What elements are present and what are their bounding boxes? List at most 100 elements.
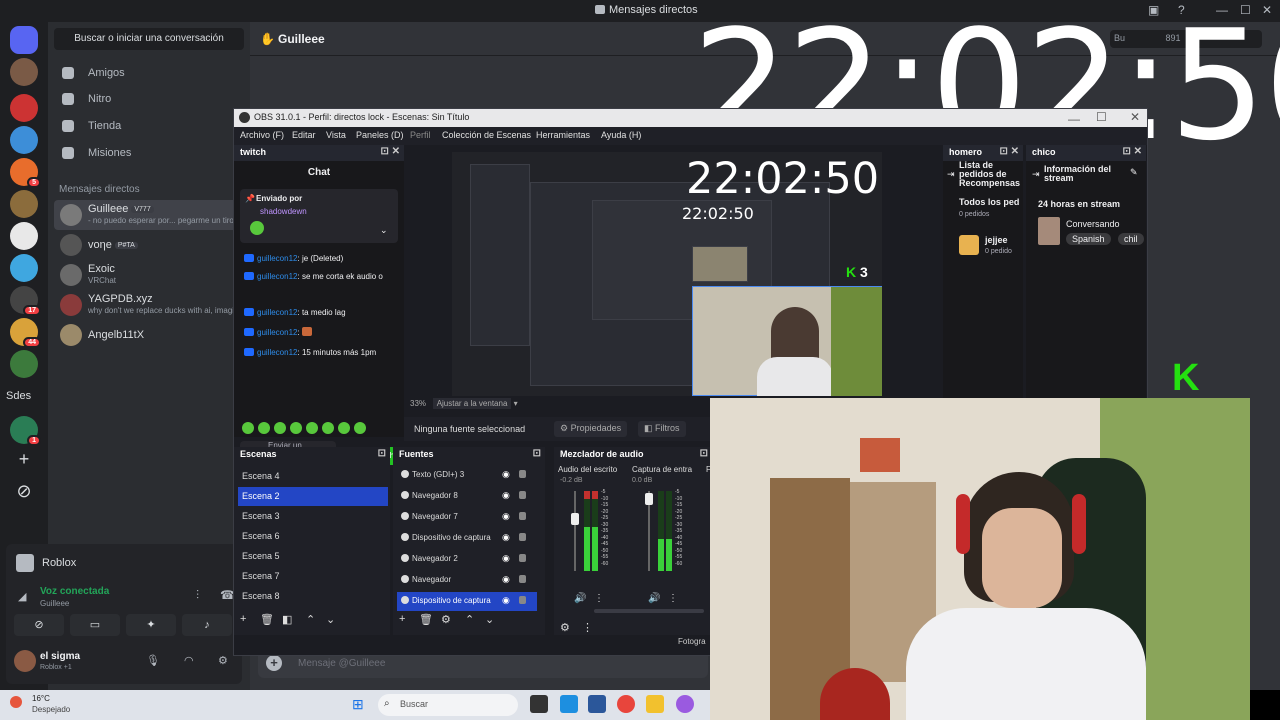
visibility-icon[interactable]: ◉ [502,511,510,522]
folder-app-icon[interactable] [646,695,664,713]
scene-item[interactable]: Escena 8 [238,587,388,606]
emote-icon[interactable] [290,422,302,434]
server-icon[interactable] [10,222,38,250]
add-icon[interactable]: + [399,613,405,625]
volume-fader[interactable] [574,491,576,571]
lock-icon[interactable] [519,512,526,520]
server-icon[interactable] [10,94,38,122]
discord-home-icon[interactable] [10,26,38,54]
undock-icon[interactable]: ⊡ [378,448,386,459]
menu-edit[interactable]: Editar [292,130,316,140]
scene-item[interactable]: Escena 5 [238,547,388,566]
obs-maximize-icon[interactable]: ☐ [1096,110,1107,124]
menu-help[interactable]: Ayuda (H) [601,130,641,140]
trash-icon[interactable]: 🗑 [260,613,274,626]
nav-shop[interactable]: Tienda [54,113,244,139]
scene-item[interactable]: Escena 4 [238,467,388,486]
source-item[interactable]: Texto (GDI+) 3 ◉ [397,466,537,485]
tag-chip[interactable]: Spanish [1066,233,1111,245]
signal-icon[interactable]: ◢ [18,590,26,603]
more-icon[interactable]: ⋮ [582,621,593,634]
close-icon[interactable]: ⊡ ✕ [1122,146,1142,157]
scene-item[interactable]: Escena 2 [238,487,388,506]
visibility-icon[interactable]: ◉ [502,553,510,564]
taskbar-search[interactable]: ⌕ Buscar [378,694,518,716]
dm-item[interactable]: Angelb11tX [54,320,244,350]
add-icon[interactable]: + [240,613,246,625]
visibility-icon[interactable]: ◉ [502,469,510,480]
emote-icon[interactable] [322,422,334,434]
scene-item[interactable]: Escena 6 [238,527,388,546]
visibility-icon[interactable]: ◉ [502,574,510,585]
emote-icon[interactable] [274,422,286,434]
source-item[interactable]: Dispositivo de captura ◉ [397,529,537,548]
obs-minimize-icon[interactable]: — [1068,112,1080,126]
settings-icon[interactable]: ⚙ [218,654,228,667]
emote-icon[interactable] [258,422,270,434]
source-item[interactable]: Navegador 7 ◉ [397,508,537,527]
menu-scene-collection[interactable]: Colección de Escenas [442,130,531,140]
fader-knob[interactable] [645,493,653,505]
discover-icon[interactable]: ⊘ [10,478,38,506]
server-icon[interactable] [10,350,38,378]
fader-knob[interactable] [571,513,579,525]
more-icon[interactable]: ⋮ [668,593,678,604]
camera-off-button[interactable]: ⊘ [14,614,64,636]
move-up-icon[interactable]: ⌃ [465,613,474,626]
visibility-icon[interactable]: ◉ [502,490,510,501]
volume-icon[interactable]: 🔊 [648,593,660,604]
arrow-icon[interactable]: ⇥ [1032,169,1040,180]
filter-icon[interactable]: ◧ [282,613,292,626]
menu-docks[interactable]: Paneles (D) [356,130,404,140]
undock-icon[interactable]: ⊡ [700,448,708,459]
lock-icon[interactable] [519,470,526,478]
task-view-icon[interactable] [530,695,548,713]
close-icon[interactable]: ⊡ ✕ [380,146,400,157]
server-icon[interactable]: 5 [10,158,41,188]
horizontal-scrollbar[interactable] [594,609,704,613]
source-item[interactable]: Dispositivo de captura ◉ [397,592,537,611]
move-down-icon[interactable]: ⌄ [326,613,335,626]
headphones-icon[interactable]: ◠ [184,654,194,667]
activities-button[interactable]: ✦ [126,614,176,636]
lock-icon[interactable] [519,596,526,604]
dm-item[interactable]: Exoic VRChat [54,260,244,290]
scene-item[interactable]: Escena 3 [238,507,388,526]
server-icon[interactable] [10,126,38,154]
app-icon[interactable] [676,695,694,713]
screen-share-button[interactable]: ▭ [70,614,120,636]
microphone-icon[interactable]: 🎙 [146,654,160,667]
server-icon[interactable] [10,190,38,218]
edit-icon[interactable]: ✎ [1130,167,1138,178]
lock-icon[interactable] [519,491,526,499]
menu-file[interactable]: Archivo (F) [240,130,284,140]
menu-profile[interactable]: Perfil [410,130,431,140]
dm-item[interactable]: YAGPDB.xyz why don't we replace ducks wi… [54,290,244,320]
menu-view[interactable]: Vista [326,130,346,140]
scene-item[interactable]: Escena 7 [238,567,388,586]
visibility-icon[interactable]: ◉ [502,532,510,543]
more-icon[interactable]: ⋮ [594,593,604,604]
menu-tools[interactable]: Herramientas [536,130,590,140]
lock-icon[interactable] [519,575,526,583]
tag-chip[interactable]: chil [1118,233,1144,245]
server-icon[interactable]: 17 [10,286,41,316]
word-app-icon[interactable] [588,695,606,713]
chevron-down-icon[interactable]: ⌄ [380,225,388,236]
dm-item[interactable]: Guilleee V777 - no puedo esperar por... p… [54,200,244,230]
filters-button[interactable]: ◧ Filtros [638,421,686,437]
pinned-message[interactable]: 📌 Enviado por shadowdewn ⌄ [240,189,398,243]
emote-icon[interactable] [242,422,254,434]
trash-icon[interactable]: 🗑 [419,613,433,626]
server-icon[interactable] [10,58,38,86]
soundboard-button[interactable]: ♪ [182,614,232,636]
volume-icon[interactable]: 🔊 [574,593,586,604]
start-icon[interactable]: ⊞ [352,696,364,713]
emote-icon[interactable] [338,422,350,434]
noise-suppression-icon[interactable]: ⫶ [196,588,199,603]
obs-preview[interactable]: 22:02:50 22:02:50 K 3 [452,152,882,396]
close-icon[interactable]: ⊡ ✕ [999,146,1019,157]
nav-friends[interactable]: Amigos [54,60,244,86]
server-icon[interactable]: 1 [10,416,41,446]
dm-item[interactable]: vᴏηe P#TA [54,230,244,260]
